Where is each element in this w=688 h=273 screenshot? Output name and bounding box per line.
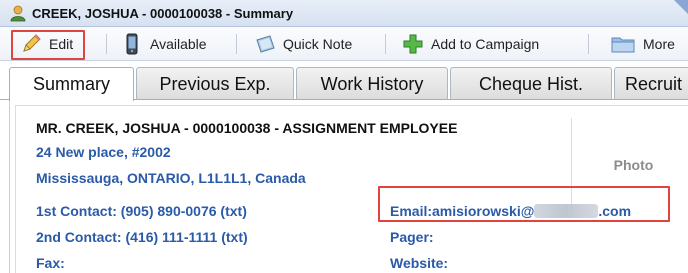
tab-work-history[interactable]: Work History — [296, 67, 448, 100]
toolbar-separator — [236, 34, 237, 54]
user-icon — [9, 4, 27, 22]
add-to-campaign-label: Add to Campaign — [431, 36, 540, 52]
address-line-1: 24 New place, #2002 — [36, 144, 171, 160]
mobile-phone-icon — [121, 33, 143, 55]
quick-note-button[interactable]: Quick Note — [254, 30, 352, 58]
fax-row: Fax: — [36, 255, 65, 271]
edit-highlight-box — [11, 30, 85, 60]
second-contact-value[interactable]: (416) 111-1111 (txt) — [125, 229, 247, 245]
website-label: Website: — [390, 255, 449, 271]
note-icon — [254, 33, 276, 55]
second-contact-label: 2nd Contact: — [36, 229, 122, 245]
quick-note-label: Quick Note — [283, 36, 353, 52]
employee-card: MR. CREEK, JOSHUA - 0000100038 - ASSIGNM… — [15, 105, 688, 273]
pager-label: Pager: — [390, 229, 434, 245]
tab-recruit[interactable]: Recruit — [614, 67, 688, 100]
available-button[interactable]: Available — [121, 30, 207, 58]
employee-header: MR. CREEK, JOSHUA - 0000100038 - ASSIGNM… — [36, 120, 458, 136]
window-corner — [674, 0, 688, 14]
fax-label: Fax: — [36, 255, 65, 271]
tab-bar: Summary Previous Exp. Work History Chequ… — [0, 61, 688, 101]
first-contact-value[interactable]: (905) 890-0076 (txt) — [121, 203, 247, 219]
folder-icon — [610, 33, 636, 55]
toolbar-separator — [385, 34, 386, 54]
toolbar-separator — [106, 34, 107, 54]
tab-summary[interactable]: Summary — [9, 67, 134, 101]
first-contact-row: 1st Contact: (905) 890-0076 (txt) — [36, 203, 247, 219]
more-label: More — [643, 36, 675, 52]
available-label: Available — [150, 36, 207, 52]
summary-panel: MR. CREEK, JOSHUA - 0000100038 - ASSIGNM… — [9, 100, 688, 273]
first-contact-label: 1st Contact: — [36, 203, 117, 219]
website-row: Website: — [390, 255, 448, 271]
email-highlight-box — [378, 186, 670, 222]
pager-row: Pager: — [390, 229, 434, 245]
green-plus-icon — [402, 33, 424, 55]
photo-label: Photo — [613, 157, 654, 173]
toolbar: Edit Available Quick Note Add to Campaig… — [0, 27, 688, 61]
more-button[interactable]: More — [610, 30, 675, 58]
window-title: CREEK, JOSHUA - 0000100038 - Summary — [32, 5, 294, 21]
tab-previous-exp[interactable]: Previous Exp. — [136, 67, 294, 100]
address-line-2: Mississauga, ONTARIO, L1L1L1, Canada — [36, 170, 306, 186]
tab-cheque-hist[interactable]: Cheque Hist. — [450, 67, 612, 100]
add-to-campaign-button[interactable]: Add to Campaign — [402, 30, 539, 58]
title-bar: CREEK, JOSHUA - 0000100038 - Summary — [0, 0, 688, 27]
toolbar-separator — [588, 34, 589, 54]
second-contact-row: 2nd Contact: (416) 111-1111 (txt) — [36, 229, 248, 245]
